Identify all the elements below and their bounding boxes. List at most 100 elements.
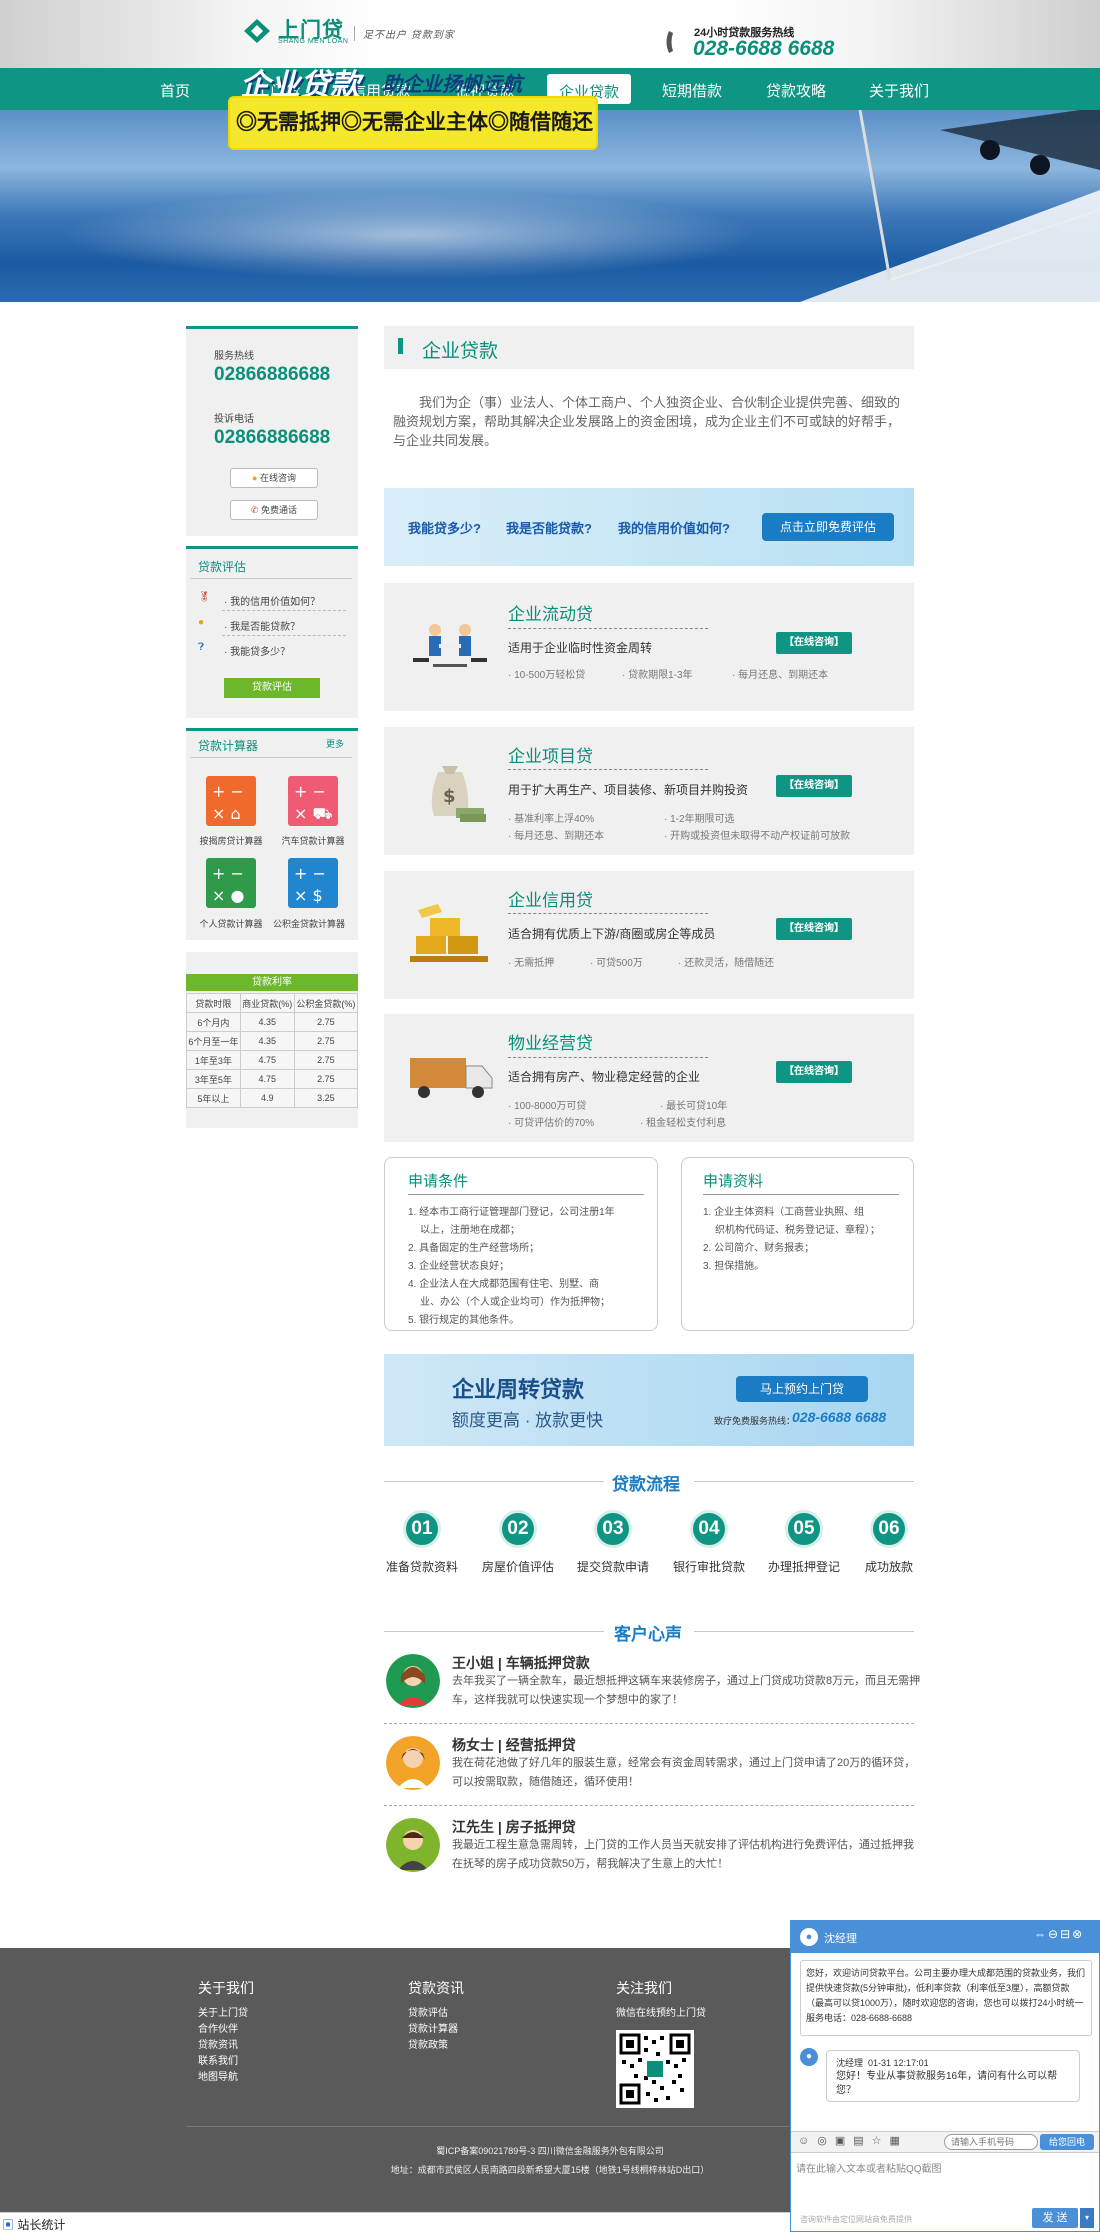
process-step-label: 银行审批贷款 — [672, 1560, 745, 1574]
process-step-label: 房屋价值评估 — [481, 1560, 554, 1574]
chat-input[interactable]: 请在此输入文本或者粘贴QQ截图 — [796, 2160, 1092, 2204]
eval-item-amount[interactable]: · 我能贷多少？ — [224, 643, 290, 658]
fund-calculator-icon[interactable]: + − × $ — [288, 858, 338, 908]
material-line: 3. 担保措施。 — [703, 1261, 765, 1272]
house-calculator-icon[interactable]: + − × ⌂ — [206, 776, 256, 826]
free-call-button[interactable]: ✆ 免费通话 — [230, 500, 318, 520]
folder-icon[interactable]: ▤ — [853, 2135, 871, 2147]
complaint-number: 02866886688 — [214, 427, 331, 448]
product-title[interactable]: 企业项目贷 — [508, 742, 593, 767]
testimonial-name: 杨女士 | 经营抵押贷 — [452, 1737, 576, 1753]
footer-follow-text: 微信在线预约上门贷 — [616, 2008, 706, 2019]
chat-bubble-icon: ● — [252, 473, 258, 483]
stats-link[interactable]: ▣ 站长统计 — [2, 2216, 65, 2232]
nav-short-loan[interactable]: 短期借款 — [650, 80, 734, 101]
ask-eligibility[interactable]: 我是否能贷款? — [506, 518, 592, 537]
nav-loan-guide[interactable]: 贷款攻略 — [754, 80, 838, 101]
footer-link[interactable]: 地图导航 — [198, 2070, 248, 2086]
product-title[interactable]: 企业信用贷 — [508, 886, 593, 911]
divider — [190, 757, 352, 758]
image-icon[interactable]: ▣ — [835, 2135, 853, 2147]
rate-table: 贷款时限 商业贷款(%) 公积金贷款(%) 6个月内 4.35 2.75 6个月至一年 4… — [186, 993, 359, 1108]
footer-link[interactable]: 贷款资讯 — [198, 2038, 248, 2054]
svg-text:+ −: + − — [212, 864, 244, 883]
page-title: 企业贷款 — [422, 341, 499, 362]
nav-about[interactable]: 关于我们 — [857, 80, 941, 101]
conditions-title: 申请条件 — [408, 1173, 469, 1190]
product-feature: · 基准利率上浮40% — [508, 814, 595, 825]
personal-calculator-label[interactable]: 个人贷款计算器 — [190, 917, 272, 930]
divider — [508, 913, 708, 914]
eval-button[interactable]: 贷款评估 — [224, 678, 320, 698]
expand-icon[interactable]: ⇔ — [1034, 1927, 1048, 1941]
logo-icon[interactable] — [240, 17, 274, 45]
house-calculator-label[interactable]: 按揭房贷计算器 — [190, 834, 272, 847]
calculator-more-link[interactable]: 更多 — [326, 737, 344, 750]
chat-message-sender: 沈经理 01-31 12:17:01 — [836, 2056, 929, 2069]
ask-credit[interactable]: 我的信用价值如何? — [618, 518, 730, 537]
rate-cell: 4.75 — [239, 1050, 295, 1070]
eval-item-eligible[interactable]: · 我是否能贷款？ — [224, 618, 300, 633]
book-visit-button[interactable]: 马上预约上门贷 — [736, 1376, 868, 1402]
footer-link[interactable]: 贷款计算器 — [408, 2022, 458, 2038]
qr-code-icon[interactable] — [616, 2030, 694, 2108]
car-calculator-icon[interactable]: + − × ⛟ — [288, 776, 338, 826]
eval-item-credit[interactable]: · 我的信用价值如何？ — [224, 593, 320, 608]
footer-link[interactable]: 关于上门贷 — [198, 2006, 248, 2022]
table-row: 6个月内 4.35 2.75 — [186, 1012, 359, 1032]
phone-number-input[interactable] — [944, 2134, 1038, 2150]
promo-call-label: 致疗免费服务热线： — [714, 1416, 796, 1426]
callback-button[interactable]: 给您回电 — [1040, 2134, 1094, 2150]
condition-line: 以上，注册地在成都； — [420, 1225, 520, 1236]
conditions-list: 1. 经本市工商行证管理部门登记，公司注册1年 以上，注册地在成都； 2. 具备… — [408, 1204, 648, 1330]
fund-calculator-label[interactable]: 公积金贷款计算器 — [268, 917, 350, 930]
save-icon[interactable]: ▦ — [890, 2135, 908, 2147]
rate-cell: 4.35 — [239, 1031, 295, 1051]
close-icon[interactable]: ⊗ — [1072, 1927, 1084, 1941]
svg-text:× $: × $ — [294, 886, 323, 905]
testimonial-text: 我在荷花池做了好几年的服装生意，经常会有资金周转需求，通过上门贷申请了20万的循… — [452, 1757, 916, 1788]
service-label: 服务热线 — [214, 351, 254, 362]
product-feature: · 租金轻松支付利息 — [640, 1118, 727, 1129]
footer-link[interactable]: 贷款政策 — [408, 2038, 458, 2054]
personal-calculator-icon[interactable]: + − × ● — [206, 858, 256, 908]
nav-home[interactable]: 首页 — [133, 80, 217, 101]
emoji-icon[interactable]: ☺ — [798, 2135, 817, 2147]
footer-link[interactable]: 联系我们 — [198, 2054, 248, 2070]
send-options-chevron-icon[interactable]: ▾ — [1080, 2208, 1094, 2228]
process-step-label: 成功放款 — [864, 1560, 913, 1574]
consult-button[interactable]: 【在线咨询】 — [776, 632, 852, 654]
consult-button[interactable]: 【在线咨询】 — [776, 1061, 852, 1083]
divider — [384, 1723, 914, 1724]
service-number: 02866886688 — [214, 364, 331, 385]
consult-button[interactable]: 【在线咨询】 — [776, 918, 852, 940]
condition-line: 5. 银行规定的其他条件。 — [408, 1315, 520, 1326]
ask-amount[interactable]: 我能贷多少? — [408, 518, 481, 537]
svg-text:+ −: + − — [294, 864, 326, 883]
car-calculator-label[interactable]: 汽车贷款计算器 — [272, 834, 354, 847]
footer-link[interactable]: 贷款评估 — [408, 2006, 458, 2022]
restore-icon[interactable]: ⊟ — [1060, 1927, 1072, 1941]
divider — [222, 635, 346, 636]
condition-line: 1. 经本市工商行证管理部门登记，公司注册1年 — [408, 1207, 615, 1218]
send-button[interactable]: 发 送 — [1032, 2208, 1078, 2228]
product-feature: · 可贷评估价的70% — [508, 1118, 595, 1129]
online-consult-button[interactable]: ● 在线咨询 — [230, 468, 318, 488]
free-call-label: 免费通话 — [261, 505, 298, 515]
process-title: 贷款流程 — [612, 1475, 680, 1494]
product-title[interactable]: 物业经营贷 — [508, 1029, 593, 1054]
star-icon[interactable]: ☆ — [872, 2135, 890, 2147]
intro-text: 我们为企（事）业法人、个体工商户、个人独资企业、合伙制企业提供完善、细致的融资规… — [393, 395, 901, 448]
money-bag-icon: $ — [431, 766, 486, 822]
free-evaluation-button[interactable]: 点击立即免费评估 — [762, 513, 894, 541]
table-row: 3年至5年 4.75 2.75 — [186, 1069, 359, 1089]
product-feature: · 100-8000万可贷 — [508, 1101, 587, 1112]
sailboat-image — [800, 110, 1100, 302]
stats-icon: ▣ — [2, 2218, 15, 2232]
footer-link[interactable]: 合作伙伴 — [198, 2022, 248, 2038]
product-title[interactable]: 企业流动贷 — [508, 600, 593, 625]
minimize-icon[interactable]: ⊖ — [1048, 1927, 1060, 1941]
process-step-number: 03 — [594, 1510, 632, 1548]
screenshot-icon[interactable]: ◎ — [817, 2135, 835, 2147]
consult-button[interactable]: 【在线咨询】 — [776, 775, 852, 797]
